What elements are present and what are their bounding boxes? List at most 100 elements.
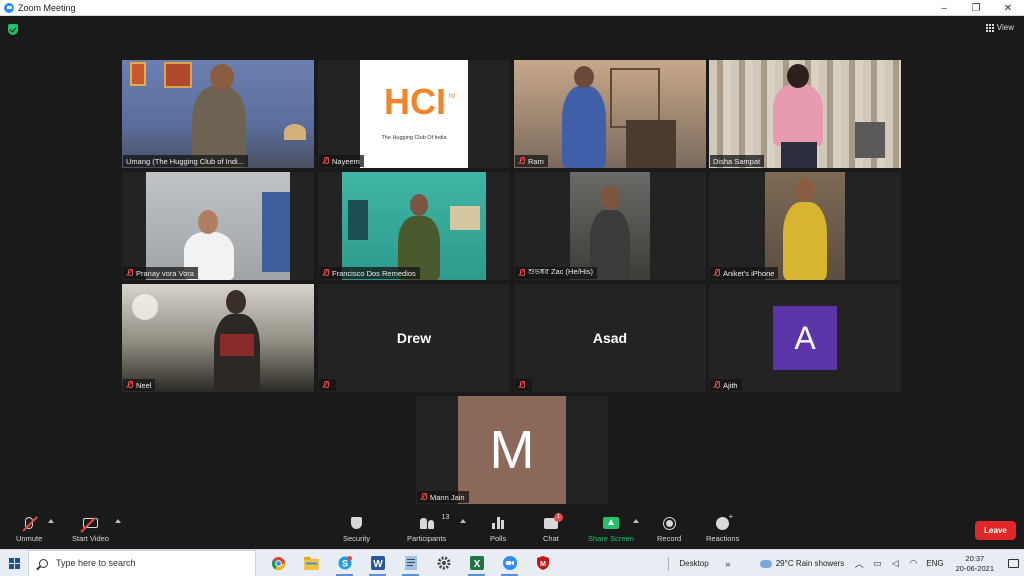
muted-mic-icon (518, 381, 525, 389)
desktop-toolbar[interactable]: Desktop (668, 556, 718, 571)
participant-tile[interactable]: HCI TM The Hugging Club Of India Nayeem (318, 60, 510, 168)
close-button[interactable]: ✕ (992, 0, 1024, 16)
chevron-right-icon[interactable]: » (722, 558, 734, 570)
participant-name-label: Ram (515, 155, 548, 167)
participant-tile[interactable]: Francisco Dos Remedios (318, 172, 510, 280)
participant-name-label: Mann Jain (417, 491, 469, 503)
audio-options-caret[interactable] (48, 519, 54, 523)
bar-chart-icon (492, 517, 505, 529)
hci-logo-caption: The Hugging Club Of India (381, 135, 447, 141)
view-label: View (996, 23, 1014, 32)
participant-name-label: Pranay vora Vora (123, 267, 198, 279)
muted-mic-icon (518, 269, 525, 277)
leave-meeting-button[interactable]: Leave (975, 521, 1016, 540)
clock-time: 20:37 (965, 553, 985, 563)
participant-name-label: Ajith (710, 379, 742, 391)
muted-mic-icon (322, 269, 329, 277)
window-title: Zoom Meeting (18, 2, 76, 13)
participant-name-label: Francisco Dos Remedios (319, 267, 420, 279)
speaker-icon[interactable]: ◁ (889, 558, 901, 570)
clock[interactable]: 20:37 20-06-2021 (948, 554, 1002, 574)
chat-unread-badge: 1 (553, 512, 563, 522)
participant-tile[interactable]: Ram (514, 60, 706, 168)
grid-view-icon (985, 23, 994, 32)
participant-name-label: Aniket's iPhone (710, 267, 779, 279)
share-screen-button[interactable]: Share Screen (588, 515, 634, 543)
view-button[interactable]: View (985, 23, 1014, 32)
record-icon (662, 516, 676, 530)
participant-display-name: Drew (396, 330, 432, 346)
clock-date: 20-06-2021 (955, 563, 994, 573)
participants-options-caret[interactable] (460, 519, 466, 523)
search-placeholder: Type here to search (56, 558, 136, 568)
share-options-caret[interactable] (633, 519, 639, 523)
participant-video (146, 172, 290, 280)
share-screen-icon (602, 517, 619, 529)
participant-tile[interactable]: Asad (514, 284, 706, 392)
participant-tile[interactable]: M Mann Jain (416, 396, 608, 504)
participants-button[interactable]: 13 Participants (407, 514, 449, 543)
participant-video (514, 60, 706, 168)
excel-icon[interactable]: X (460, 550, 493, 576)
participant-video (765, 172, 845, 280)
participant-name-label (319, 379, 336, 391)
participant-name-label: Disha Sampat (710, 155, 765, 167)
notepad-icon[interactable] (394, 550, 427, 576)
search-icon (39, 558, 48, 568)
chevron-up-icon[interactable]: ︿ (853, 558, 865, 570)
weather-widget[interactable]: 29°C Rain showers (754, 559, 851, 568)
taskbar-search[interactable]: Type here to search (28, 549, 256, 576)
mcafee-icon[interactable]: M (526, 550, 559, 576)
participant-tile[interactable]: শুভঙ্কর Zac (He/His) (514, 172, 706, 280)
smiley-add-icon (716, 512, 733, 530)
start-button[interactable] (0, 550, 28, 576)
chrome-icon[interactable] (262, 550, 295, 576)
participant-tile[interactable]: A Ajith (709, 284, 901, 392)
meeting-gallery: View Umang (The Hugging Club of Indi... … (0, 16, 1024, 511)
skype-icon[interactable]: S (328, 550, 361, 576)
muted-mic-icon (713, 381, 720, 389)
minimize-button[interactable]: – (928, 0, 960, 16)
file-explorer-icon[interactable] (295, 550, 328, 576)
chat-button[interactable]: 1 Chat (543, 512, 563, 543)
security-button[interactable]: Security (343, 515, 370, 543)
language-indicator[interactable]: ENG (922, 559, 947, 568)
muted-mic-icon (126, 381, 133, 389)
participant-tile[interactable]: Neel (122, 284, 314, 392)
zoom-app-icon (4, 2, 14, 13)
muted-mic-icon (420, 493, 427, 501)
word-icon[interactable]: W (361, 550, 394, 576)
notification-icon[interactable] (1002, 550, 1024, 576)
participant-tile[interactable]: Drew (318, 284, 510, 392)
battery-icon[interactable]: ▭ (871, 558, 883, 570)
video-options-caret[interactable] (115, 519, 121, 523)
encryption-shield-icon[interactable] (8, 24, 18, 35)
settings-icon[interactable] (427, 550, 460, 576)
participant-tile-active-speaker[interactable]: Disha Sampat (709, 60, 901, 168)
participant-tile[interactable]: Aniket's iPhone (709, 172, 901, 280)
polls-button[interactable]: Polls (490, 515, 506, 543)
zoom-icon[interactable] (493, 550, 526, 576)
muted-mic-icon (518, 157, 525, 165)
unmute-button[interactable]: Unmute (16, 515, 42, 543)
muted-mic-icon (322, 157, 329, 165)
network-icon[interactable]: ◠ (907, 558, 919, 570)
video-off-icon (82, 518, 98, 528)
record-button[interactable]: Record (657, 515, 681, 543)
windows-logo-icon (8, 557, 20, 569)
zoom-window: Zoom Meeting – ❐ ✕ View Umang (The Huggi… (0, 0, 1024, 576)
participant-name-label: শুভঙ্কর Zac (He/His) (515, 267, 598, 279)
participant-name-label: Umang (The Hugging Club of Indi... (123, 155, 248, 167)
participant-video (709, 60, 901, 168)
maximize-button[interactable]: ❐ (960, 0, 992, 16)
participant-tile[interactable]: Pranay vora Vora (122, 172, 314, 280)
reactions-button[interactable]: Reactions (706, 512, 739, 544)
rain-cloud-icon (759, 559, 772, 568)
participant-video (122, 284, 314, 392)
participant-tile[interactable]: Umang (The Hugging Club of Indi... (122, 60, 314, 168)
weather-text: 29°C Rain showers (775, 559, 845, 568)
participant-video (570, 172, 650, 280)
participant-avatar: A (773, 306, 837, 370)
participant-logo: HCI TM The Hugging Club Of India (360, 60, 468, 168)
start-video-button[interactable]: Start Video (72, 515, 109, 543)
